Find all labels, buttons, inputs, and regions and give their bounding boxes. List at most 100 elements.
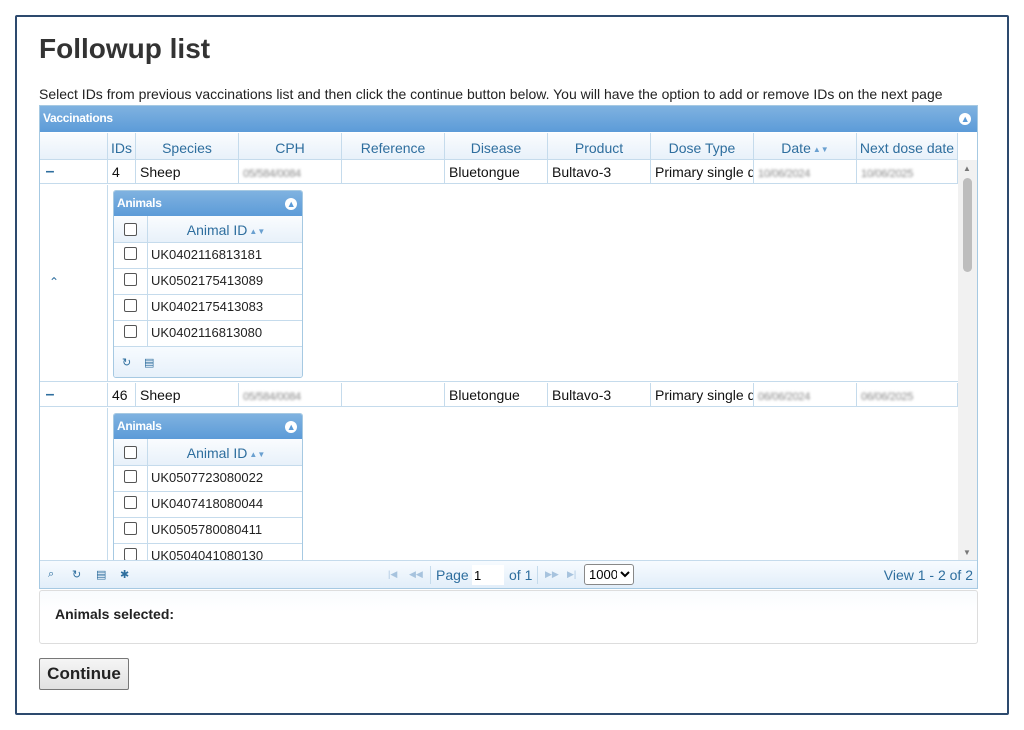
vaccinations-grid: Vaccinations ▲ IDs Species CPH Reference… bbox=[39, 105, 978, 589]
animal-id-text: UK0505780080411 bbox=[151, 522, 263, 537]
cell-next-dose-date: 06/06/2025 bbox=[857, 383, 958, 407]
pager-separator bbox=[537, 566, 538, 584]
animal-checkbox[interactable] bbox=[124, 273, 137, 286]
header-date[interactable]: Date ▲▼ bbox=[754, 133, 857, 160]
export-icon[interactable]: ▤ bbox=[96, 568, 106, 581]
table-row[interactable]: – 46 Sheep 05/584/0084 Bluetongue Bultav… bbox=[40, 383, 958, 407]
pager-separator bbox=[430, 566, 431, 584]
cell-species: Sheep bbox=[136, 383, 239, 407]
page-count: of 1 bbox=[509, 567, 533, 583]
expand-spacer bbox=[60, 160, 108, 184]
checkbox-cell bbox=[114, 243, 148, 268]
animal-row[interactable]: UK0402116813080 bbox=[114, 321, 302, 347]
scroll-up-icon[interactable]: ▲ bbox=[963, 164, 971, 173]
subgrid-header: Animal ID ▲▼ bbox=[114, 439, 302, 466]
cell-date: 10/06/2024 bbox=[754, 160, 857, 184]
header-animal-id[interactable]: Animal ID ▲▼ bbox=[148, 439, 302, 465]
animals-subgrid: Animals ▲ Animal ID ▲▼ UK0507723080022 UK… bbox=[113, 413, 303, 560]
animal-id: UK0505780080411 bbox=[151, 518, 262, 543]
cell-ids: 4 bbox=[108, 160, 136, 184]
next-page-icon[interactable]: ▶▶ bbox=[545, 569, 559, 580]
subgrid-caption-label: Animals bbox=[117, 419, 162, 433]
header-date-label: Date bbox=[781, 140, 811, 156]
last-page-icon[interactable]: ▶| bbox=[567, 569, 576, 580]
prev-page-icon[interactable]: ◀◀ bbox=[409, 569, 423, 580]
header-reference[interactable]: Reference bbox=[342, 133, 445, 160]
scrollbar-thumb[interactable] bbox=[963, 178, 972, 272]
grid-body: – 4 Sheep 05/584/0084 Bluetongue Bultavo… bbox=[40, 160, 958, 560]
sort-icon: ▲▼ bbox=[249, 450, 266, 459]
cell-species: Sheep bbox=[136, 160, 239, 184]
animal-row[interactable]: UK0502175413089 bbox=[114, 269, 302, 295]
next-dose-value: 10/06/2025 bbox=[861, 168, 914, 180]
header-ids[interactable]: IDs bbox=[108, 133, 136, 160]
header-next-dose-date[interactable]: Next dose date bbox=[857, 133, 958, 160]
checkbox-cell bbox=[114, 492, 148, 517]
header-dose-type[interactable]: Dose Type bbox=[651, 133, 754, 160]
select-all-cell bbox=[114, 216, 148, 242]
sort-icon: ▲▼ bbox=[249, 227, 266, 236]
header-cph[interactable]: CPH bbox=[239, 133, 342, 160]
page-size-select[interactable]: 1000 bbox=[584, 564, 634, 585]
animal-checkbox[interactable] bbox=[124, 522, 137, 535]
animal-checkbox[interactable] bbox=[124, 548, 137, 560]
table-row[interactable]: – 4 Sheep 05/584/0084 Bluetongue Bultavo… bbox=[40, 160, 958, 184]
animals-subgrid: Animals ▲ Animal ID ▲▼ UK0402116813181 UK… bbox=[113, 190, 303, 378]
animal-row[interactable]: UK0505780080411 bbox=[114, 518, 302, 544]
animal-checkbox[interactable] bbox=[124, 299, 137, 312]
page-number-input[interactable] bbox=[472, 565, 504, 585]
header-species[interactable]: Species bbox=[136, 133, 239, 160]
animal-row[interactable]: UK0407418080044 bbox=[114, 492, 302, 518]
scroll-down-icon[interactable]: ▼ bbox=[963, 548, 971, 557]
export-icon[interactable]: ▤ bbox=[144, 356, 154, 369]
header-disease[interactable]: Disease bbox=[445, 133, 548, 160]
animal-row[interactable]: UK0504041080130 bbox=[114, 544, 302, 560]
refresh-icon[interactable]: ↻ bbox=[72, 568, 81, 581]
select-all-checkbox[interactable] bbox=[124, 223, 137, 236]
animal-id-text: UK0507723080022 bbox=[151, 470, 264, 485]
select-all-checkbox[interactable] bbox=[124, 446, 137, 459]
gear-icon[interactable]: ✱ bbox=[120, 568, 129, 581]
cell-reference bbox=[342, 383, 445, 407]
animal-id-text: UK0407418080044 bbox=[151, 496, 264, 511]
animal-row[interactable]: UK0402116813181 bbox=[114, 243, 302, 269]
refresh-icon[interactable]: ↻ bbox=[122, 356, 131, 369]
animal-row[interactable]: UK0402175413083 bbox=[114, 295, 302, 321]
animal-checkbox[interactable] bbox=[124, 325, 137, 338]
collapse-subgrid-icon[interactable]: ▲ bbox=[285, 421, 297, 433]
search-icon[interactable]: ⌕ bbox=[48, 568, 54, 581]
date-value: 06/06/2024 bbox=[758, 391, 811, 403]
first-page-icon[interactable]: |◀ bbox=[388, 569, 397, 580]
checkbox-cell bbox=[114, 321, 148, 346]
checkbox-cell bbox=[114, 544, 148, 560]
animal-checkbox[interactable] bbox=[124, 247, 137, 260]
animal-checkbox[interactable] bbox=[124, 496, 137, 509]
continue-button[interactable]: Continue bbox=[39, 658, 129, 690]
header-animal-id[interactable]: Animal ID ▲▼ bbox=[148, 216, 302, 242]
collapse-grid-icon[interactable]: ▲ bbox=[959, 113, 971, 125]
caret-up-icon[interactable]: ⌃ bbox=[49, 275, 59, 289]
animal-row[interactable]: UK0507723080022 bbox=[114, 466, 302, 492]
animal-checkbox[interactable] bbox=[124, 470, 137, 483]
collapse-subgrid-icon[interactable]: ▲ bbox=[285, 198, 297, 210]
animal-id-text: UK0402116813181 bbox=[151, 247, 263, 262]
grid-pager: ⌕ ↻ ▤ ✱ |◀ ◀◀ Page of 1 ▶▶ ▶| 1000 View … bbox=[40, 560, 977, 588]
vertical-scrollbar[interactable]: ▲ ▼ bbox=[958, 160, 977, 560]
subgrid-row: ⌃ Animals ▲ Animal ID▲▼ UK0402116813181 bbox=[40, 185, 958, 382]
cell-reference bbox=[342, 160, 445, 184]
animal-id-text: UK0502175413089 bbox=[151, 273, 264, 288]
page-title: Followup list bbox=[39, 33, 211, 64]
cell-product: Bultavo-3 bbox=[548, 383, 651, 407]
cell-cph: 05/584/0084 bbox=[239, 383, 342, 407]
subgrid-caption-label: Animals bbox=[117, 196, 162, 210]
animal-id: UK0402175413083 bbox=[151, 295, 263, 320]
header-product[interactable]: Product bbox=[548, 133, 651, 160]
animal-id: UK0402116813080 bbox=[151, 321, 262, 346]
page-label: Page bbox=[436, 567, 469, 583]
collapse-row-icon[interactable]: – bbox=[40, 383, 60, 407]
animal-id: UK0402116813181 bbox=[151, 243, 262, 268]
cell-date: 06/06/2024 bbox=[754, 383, 857, 407]
cell-ids: 46 bbox=[108, 383, 136, 407]
animals-selected-panel: Animals selected: bbox=[39, 590, 978, 644]
collapse-row-icon[interactable]: – bbox=[40, 160, 60, 184]
